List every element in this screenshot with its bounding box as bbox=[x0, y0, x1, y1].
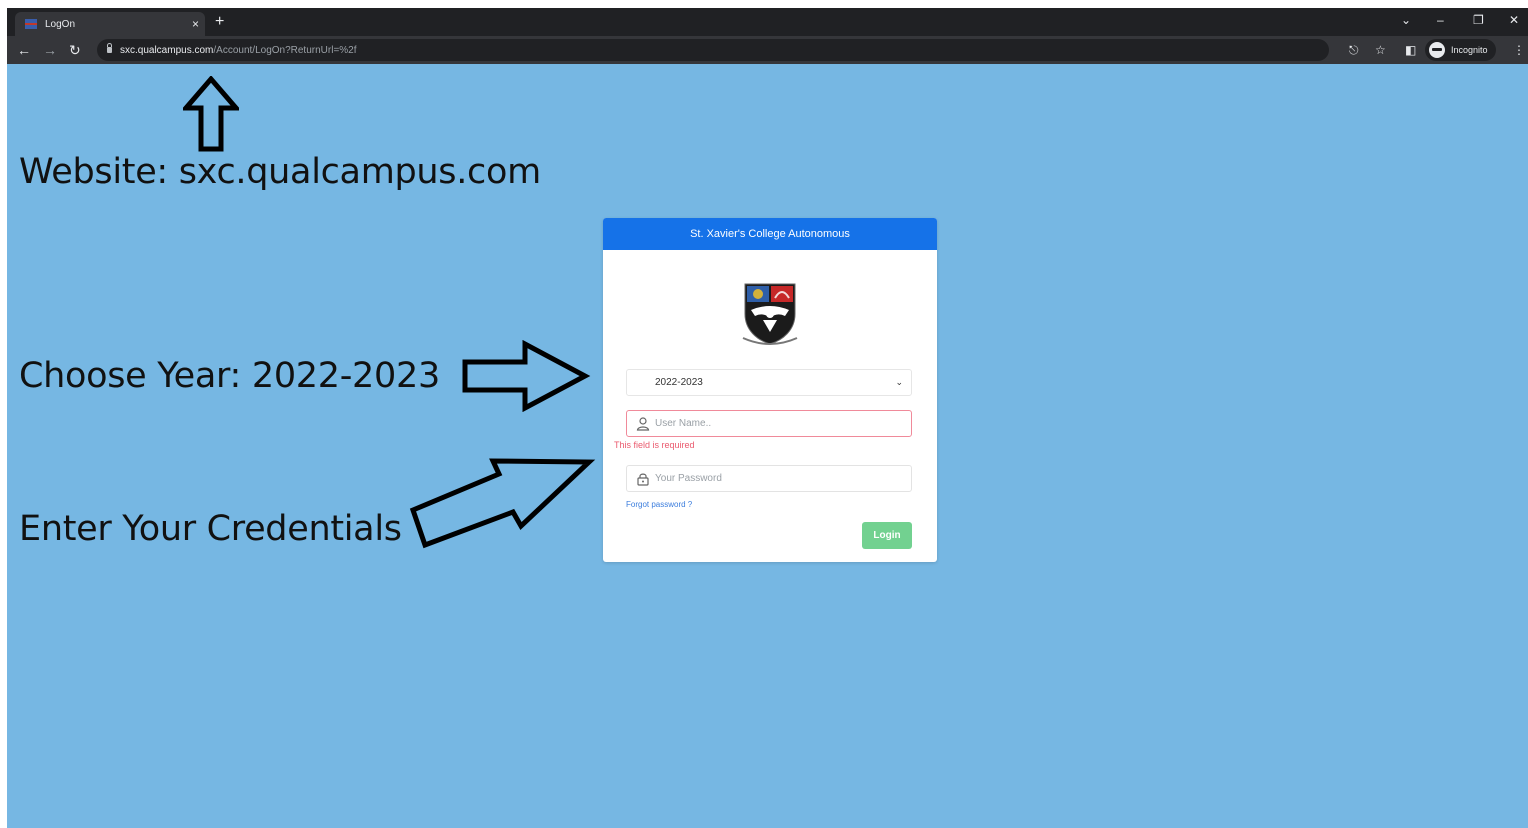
card-header: St. Xavier's College Autonomous bbox=[603, 218, 937, 250]
browser-window: LogOn × + ⌄ – ❐ ✕ ← → ↻ sxc.qualcampus.c… bbox=[7, 8, 1528, 828]
username-input[interactable] bbox=[655, 418, 895, 429]
reload-icon[interactable]: ↻ bbox=[69, 41, 81, 59]
star-icon[interactable]: ☆ bbox=[1375, 42, 1386, 58]
url-host: sxc.qualcampus.com bbox=[120, 44, 214, 56]
side-panel-icon[interactable]: ◧ bbox=[1405, 42, 1416, 58]
incognito-label: Incognito bbox=[1451, 45, 1488, 55]
password-field[interactable] bbox=[626, 465, 912, 492]
address-bar[interactable]: sxc.qualcampus.com/Account/LogOn?ReturnU… bbox=[97, 39, 1329, 61]
login-card: St. Xavier's College Autonomous 2022-202… bbox=[603, 218, 937, 562]
back-icon[interactable]: ← bbox=[17, 41, 31, 59]
right-arrow-annotation bbox=[462, 340, 591, 412]
up-arrow-annotation bbox=[183, 76, 239, 152]
year-select-value: 2022-2023 bbox=[655, 377, 703, 388]
tab-logon[interactable]: LogOn × bbox=[15, 12, 205, 36]
minimize-button[interactable]: – bbox=[1437, 12, 1444, 28]
annotation-year: Choose Year: 2022-2023 bbox=[19, 356, 440, 396]
diagonal-arrow-annotation bbox=[409, 458, 596, 549]
tab-title: LogOn bbox=[45, 18, 76, 30]
favicon-icon bbox=[25, 19, 37, 29]
username-field[interactable] bbox=[626, 410, 912, 437]
tab-close-icon[interactable]: × bbox=[192, 17, 199, 31]
page-content: Website: sxc.qualcampus.com Choose Year:… bbox=[7, 64, 1528, 828]
login-button[interactable]: Login bbox=[862, 522, 912, 549]
url-path: /Account/LogOn?ReturnUrl=%2f bbox=[213, 44, 357, 56]
incognito-icon bbox=[1429, 42, 1445, 58]
username-error: This field is required bbox=[614, 440, 695, 450]
tab-search-icon[interactable]: ⌄ bbox=[1401, 12, 1411, 28]
menu-icon[interactable]: ⋮ bbox=[1513, 42, 1525, 58]
incognito-badge[interactable]: Incognito bbox=[1425, 39, 1496, 61]
annotation-website: Website: sxc.qualcampus.com bbox=[19, 152, 541, 192]
password-input[interactable] bbox=[655, 473, 895, 484]
user-icon bbox=[636, 416, 650, 431]
key-icon[interactable]: ⎋ bbox=[1349, 42, 1359, 58]
browser-toolbar: ← → ↻ sxc.qualcampus.com/Account/LogOn?R… bbox=[7, 36, 1528, 64]
year-select[interactable]: 2022-2023 ⌄ bbox=[626, 369, 912, 396]
chevron-down-icon: ⌄ bbox=[895, 377, 903, 387]
annotation-credentials: Enter Your Credentials bbox=[19, 509, 402, 549]
lock-icon[interactable] bbox=[107, 43, 112, 53]
college-crest-logo bbox=[742, 283, 798, 345]
lock-icon bbox=[637, 473, 649, 486]
restore-button[interactable]: ❐ bbox=[1473, 12, 1484, 28]
forward-icon[interactable]: → bbox=[43, 41, 57, 59]
forgot-password-link[interactable]: Forgot password ? bbox=[626, 500, 692, 509]
close-window-button[interactable]: ✕ bbox=[1509, 12, 1519, 28]
new-tab-button[interactable]: + bbox=[215, 12, 224, 32]
tab-strip: LogOn × + ⌄ – ❐ ✕ bbox=[7, 8, 1528, 36]
